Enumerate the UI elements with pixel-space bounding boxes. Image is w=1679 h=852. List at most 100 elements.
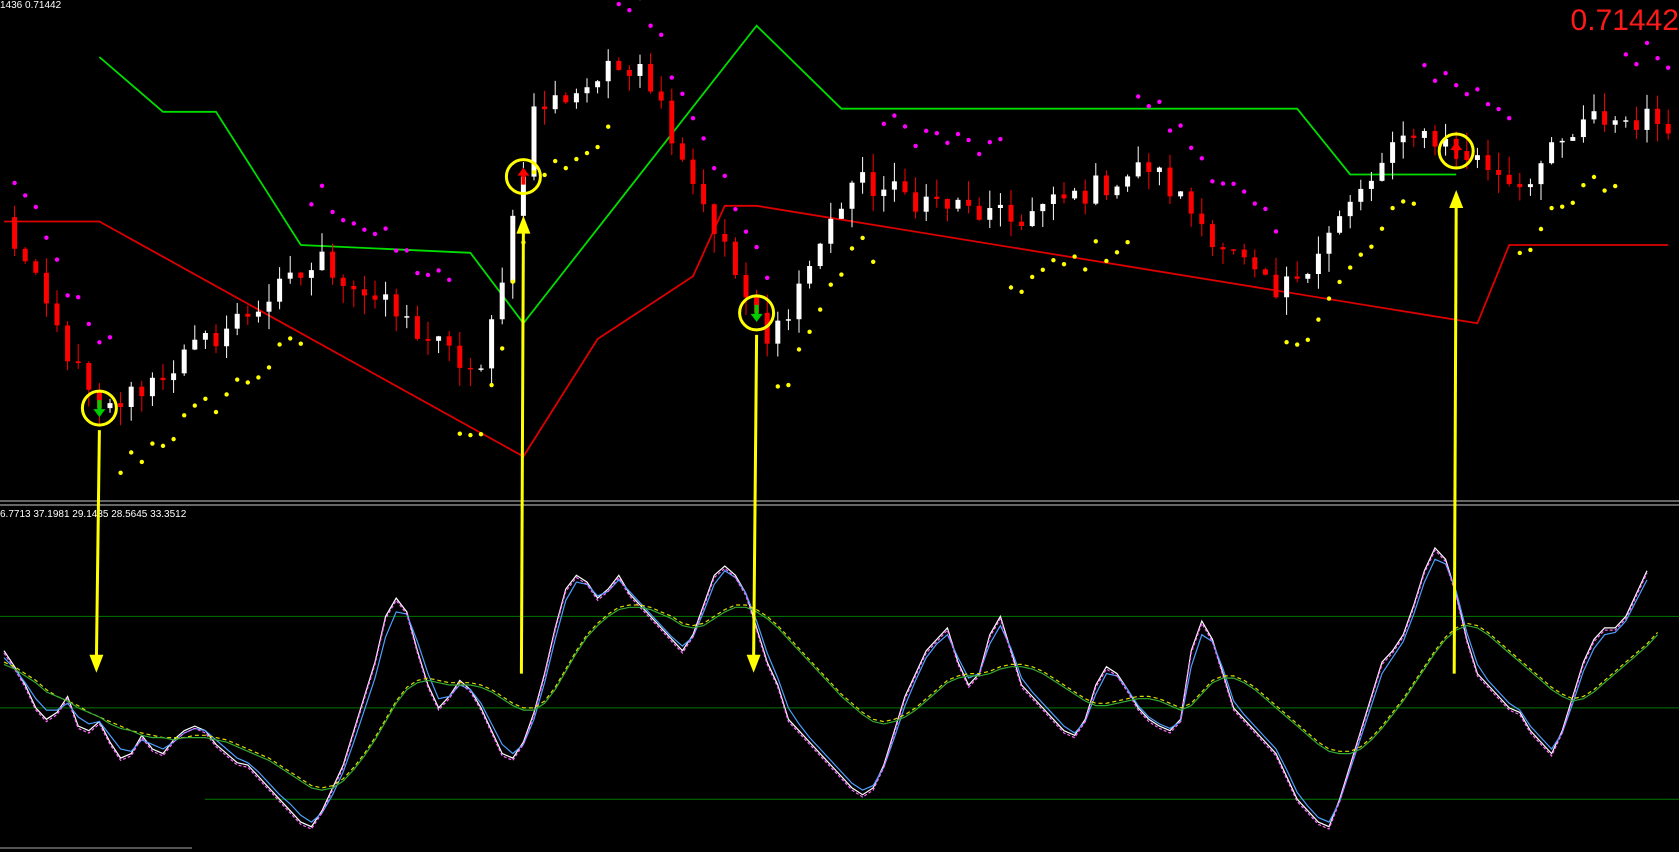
sar-dot-down	[765, 275, 770, 281]
annotation-arrow-head	[516, 215, 531, 234]
bear-candle	[944, 199, 950, 209]
sar-dot-down	[76, 295, 81, 300]
bull-candle	[1538, 163, 1544, 185]
bull-candle	[1368, 180, 1374, 189]
bull-candle	[605, 60, 611, 82]
bull-candle	[1421, 131, 1427, 138]
bear-candle	[913, 192, 919, 212]
bear-candle	[1008, 204, 1014, 222]
bull-candle	[1570, 137, 1576, 141]
bear-candle	[139, 386, 145, 397]
sar-dot-down	[1485, 101, 1491, 107]
sar-dot-up	[584, 150, 590, 156]
bull-candle	[1326, 232, 1332, 254]
bull-candle	[923, 196, 929, 212]
sar-dot-down	[23, 193, 28, 198]
sar-dot-up	[807, 329, 812, 335]
sar-dot-down	[1178, 123, 1183, 128]
bear-candle	[457, 345, 463, 368]
bull-candle	[997, 204, 1003, 209]
bull-candle	[1612, 120, 1618, 125]
bear-candle	[934, 196, 940, 200]
sar-dot-up	[1602, 188, 1607, 193]
bear-candle	[54, 303, 60, 326]
bear-candle	[43, 272, 49, 304]
sar-dot-up	[563, 165, 568, 171]
sar-dot-down	[1263, 206, 1268, 212]
bull-candle	[1135, 162, 1141, 177]
sar-dot-down	[330, 209, 335, 215]
sar-dot-up	[224, 392, 229, 397]
bull-candle	[1644, 108, 1650, 130]
sar-dot-up	[500, 346, 505, 351]
sar-dot-up	[1379, 226, 1385, 231]
bull-candle	[1040, 203, 1046, 212]
sar-dot-down	[987, 140, 992, 145]
bull-candle	[181, 349, 187, 374]
sar-dot-up	[1358, 252, 1364, 257]
bull-candle	[1390, 142, 1396, 163]
bull-candle	[1379, 162, 1385, 181]
bear-candle	[1082, 190, 1088, 204]
bear-candle	[690, 159, 696, 184]
bull-candle	[838, 208, 844, 219]
bull-candle	[308, 270, 314, 278]
bull-candle	[107, 403, 113, 409]
bear-candle	[1103, 175, 1109, 196]
sar-dot-up	[213, 409, 219, 415]
sar-dot-up	[129, 450, 134, 455]
sar-dot-up	[1072, 254, 1077, 259]
bull-candle	[573, 93, 579, 103]
main-price-panel	[4, 0, 1671, 475]
sar-dot-up	[256, 375, 261, 380]
bull-candle	[584, 87, 590, 94]
panel-separator[interactable]	[0, 500, 1679, 506]
bull-candle	[1591, 111, 1597, 120]
sar-dot-down	[1443, 70, 1448, 76]
bull-candle	[149, 377, 155, 397]
bear-candle	[12, 217, 18, 249]
sar-dot-up	[1570, 200, 1576, 206]
bull-candle	[955, 199, 961, 209]
sar-dot-down	[33, 204, 38, 210]
bull-candle	[1072, 190, 1078, 199]
sar-dot-up	[1337, 279, 1342, 285]
bear-candle	[361, 289, 367, 296]
bull-candle	[1315, 253, 1321, 275]
sar-dot-down	[1252, 201, 1258, 206]
bear-candle	[118, 403, 124, 407]
sar-dot-down	[86, 321, 92, 327]
sar-dot-down	[902, 124, 908, 129]
bull-candle	[860, 172, 866, 183]
bull-candle	[987, 208, 993, 220]
sar-dot-down	[669, 75, 674, 80]
sar-dot-down	[659, 32, 664, 37]
channel-upper-line	[98, 24, 1457, 325]
bear-candle	[658, 91, 664, 101]
bull-candle	[1527, 184, 1533, 188]
sar-dot-up	[1284, 340, 1289, 345]
sar-dot-up	[489, 382, 494, 388]
sar-dot-up	[203, 396, 208, 402]
bull-candle	[1178, 191, 1184, 197]
bear-candle	[213, 333, 219, 347]
sar-dot-up	[1538, 226, 1544, 232]
sar-dot-down	[65, 293, 70, 298]
sar-dot-down	[1231, 181, 1236, 186]
sar-dot-up	[606, 124, 611, 129]
sar-dot-down	[362, 227, 367, 232]
bull-candle	[1284, 276, 1290, 298]
oscillator-series-line	[3, 546, 1648, 828]
annotation-arrow-head	[1449, 190, 1464, 209]
bear-candle	[711, 204, 717, 235]
bear-candle	[1633, 120, 1639, 130]
bull-candle	[817, 243, 823, 267]
sar-dot-up	[298, 341, 303, 346]
sar-dot-down	[341, 217, 346, 223]
bull-candle	[277, 278, 283, 302]
bear-candle	[86, 363, 92, 390]
sar-dot-up	[1390, 205, 1395, 211]
channel-lower-line	[4, 204, 1669, 458]
bull-candle	[785, 319, 791, 321]
bear-candle	[1262, 269, 1268, 275]
